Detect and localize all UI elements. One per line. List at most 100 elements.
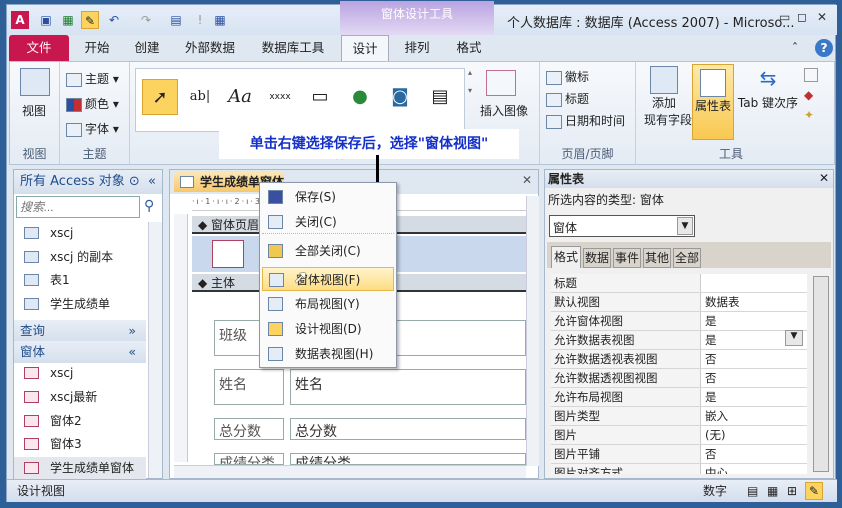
field-textbox[interactable]: 姓名	[290, 369, 526, 405]
property-value[interactable]: 嵌入	[705, 407, 728, 425]
title-button[interactable]: 标题	[546, 90, 589, 107]
tab-database-tools[interactable]: 数据库工具	[251, 35, 335, 61]
property-row[interactable]: 图片类型 嵌入	[551, 407, 807, 426]
property-value[interactable]: 是	[705, 312, 717, 330]
hyperlink-icon[interactable]: ●	[342, 79, 378, 115]
save-icon[interactable]: ▣	[37, 11, 55, 29]
property-value[interactable]: 否	[705, 350, 717, 368]
web-browser-icon[interactable]: ◙	[382, 79, 418, 115]
property-row[interactable]: 允许数据透视图视图否	[551, 369, 807, 388]
nav-table-item[interactable]: 学生成绩单	[14, 293, 146, 316]
run-icon[interactable]: !	[191, 11, 209, 29]
field-textbox[interactable]: 成绩分类	[290, 453, 526, 465]
nav-table-item[interactable]: xscj 的副本	[14, 246, 146, 269]
selection-dropdown[interactable]: 窗体 ▼	[549, 215, 695, 237]
tab-design[interactable]: 设计	[341, 35, 389, 61]
nav-form-item[interactable]: 窗体3	[14, 433, 146, 456]
tab-arrange[interactable]: 排列	[393, 35, 441, 61]
navigation-control-icon[interactable]: ▤	[422, 79, 458, 115]
property-row[interactable]: 允许窗体视图是	[551, 312, 807, 331]
close-property-sheet-button[interactable]: ✕	[819, 171, 829, 185]
redo-icon[interactable]: ↷	[137, 11, 155, 29]
property-row[interactable]: 标题	[551, 274, 807, 293]
gallery-scroll[interactable]: ▴ ▾	[468, 68, 478, 128]
nav-form-item-selected[interactable]: 学生成绩单窗体	[14, 457, 146, 480]
tab-event[interactable]: 事件	[613, 248, 641, 268]
nav-form-item[interactable]: 窗体2	[14, 410, 146, 433]
tab-external-data[interactable]: 外部数据	[175, 35, 245, 61]
form-view-button[interactable]: ▤	[747, 480, 758, 502]
logo-button[interactable]: 徽标	[546, 68, 589, 85]
field-label[interactable]: 总分数	[214, 418, 284, 440]
nav-group-queries[interactable]: 查询 »	[14, 320, 146, 342]
theme-button[interactable]: 主题 ▾	[66, 70, 119, 87]
design-view-icon[interactable]: ✎	[81, 11, 99, 29]
code-icon[interactable]: ◆	[804, 88, 813, 102]
property-row[interactable]: 允许布局视图是	[551, 388, 807, 407]
property-value[interactable]: (无)	[705, 426, 725, 444]
menu-item-layout-view[interactable]: 布局视图(Y)	[262, 292, 394, 316]
close-window-button[interactable]: ✕	[817, 10, 827, 24]
colors-button[interactable]: 颜色 ▾	[66, 95, 119, 112]
datasheet-view-button[interactable]: ▦	[767, 480, 778, 502]
insert-image-button[interactable]: 插入图像	[480, 102, 528, 119]
label-icon[interactable]: Aa	[222, 79, 258, 115]
search-input[interactable]	[16, 196, 140, 218]
select-pointer-icon[interactable]: ➚	[142, 79, 178, 115]
menu-item-close-all[interactable]: 全部关闭(C)	[262, 239, 394, 263]
nav-table-item[interactable]: xscj	[14, 222, 146, 245]
nav-form-item[interactable]: xscj最新	[14, 386, 146, 409]
menu-item-design-view[interactable]: 设计视图(D)	[262, 317, 394, 341]
field-label[interactable]: 姓名	[214, 369, 284, 405]
property-value[interactable]: 否	[705, 369, 717, 387]
property-value[interactable]: 数据表	[705, 293, 740, 311]
property-sheet-button[interactable]: 属性表	[692, 64, 734, 140]
tab-data[interactable]: 数据	[583, 248, 611, 268]
nav-table-item[interactable]: 表1	[14, 269, 146, 292]
menu-item-datasheet-view[interactable]: 数据表视图(H)	[262, 342, 394, 366]
excel-icon[interactable]: ▦	[59, 11, 77, 29]
nav-title[interactable]: 所有 Access 对象 ⊙ «	[14, 170, 162, 194]
menu-item-form-view[interactable]: 窗体视图(F)	[262, 267, 394, 291]
tab-control-icon[interactable]: ▭	[302, 79, 338, 115]
undo-icon[interactable]: ↶	[105, 11, 123, 29]
tab-order-button[interactable]: ⇆ Tab 键次序	[736, 66, 800, 111]
convert-macros-icon[interactable]: ✦	[804, 108, 814, 122]
property-value[interactable]: 是	[705, 388, 717, 406]
property-row[interactable]: 图片 (无)	[551, 426, 807, 445]
add-existing-fields-button[interactable]: 添加 现有字段	[644, 66, 692, 128]
property-row[interactable]: 允许数据表视图是	[551, 331, 807, 350]
property-row[interactable]: 默认视图 数据表	[551, 293, 807, 312]
tab-format[interactable]: 格式	[551, 246, 581, 268]
close-document-button[interactable]: ✕	[522, 173, 532, 187]
horizontal-scrollbar[interactable]	[174, 465, 526, 478]
tab-other[interactable]: 其他	[643, 248, 671, 268]
maximize-button[interactable]: ◻	[797, 10, 807, 24]
field-textbox[interactable]: 总分数	[290, 418, 526, 440]
form-icon[interactable]: ▤	[167, 11, 185, 29]
property-scrollbar[interactable]	[813, 276, 829, 472]
view-button[interactable]: 视图	[22, 102, 46, 119]
search-icon[interactable]: ⚲	[144, 198, 154, 214]
property-value[interactable]: 是	[705, 331, 717, 349]
button-icon[interactable]: xxxx	[262, 79, 298, 115]
textbox-icon[interactable]: ab|	[182, 79, 218, 115]
property-dropdown-button[interactable]: ▼	[785, 330, 803, 346]
nav-scrollbar[interactable]	[148, 222, 162, 478]
nav-group-forms[interactable]: 窗体 «	[14, 341, 146, 363]
date-time-button[interactable]: 日期和时间	[546, 112, 625, 129]
property-row[interactable]: 允许数据透视表视图否	[551, 350, 807, 369]
tab-file[interactable]: 文件	[9, 35, 69, 61]
datasheet-icon[interactable]: ▦	[211, 11, 229, 29]
layout-view-button[interactable]: ⊞	[787, 480, 797, 502]
property-row[interactable]: 图片对齐方式 中心	[551, 464, 807, 474]
help-icon[interactable]: ?	[815, 39, 833, 57]
minimize-ribbon-icon[interactable]: ˆ	[787, 35, 803, 61]
fonts-button[interactable]: 字体 ▾	[66, 120, 119, 137]
property-row[interactable]: 图片平铺否	[551, 445, 807, 464]
tab-home[interactable]: 开始	[73, 35, 121, 61]
field-label[interactable]: 成绩分类	[214, 453, 284, 465]
menu-item-save[interactable]: 保存(S)	[262, 185, 394, 209]
tab-create[interactable]: 创建	[123, 35, 171, 61]
minimize-button[interactable]: ▭	[779, 10, 790, 24]
